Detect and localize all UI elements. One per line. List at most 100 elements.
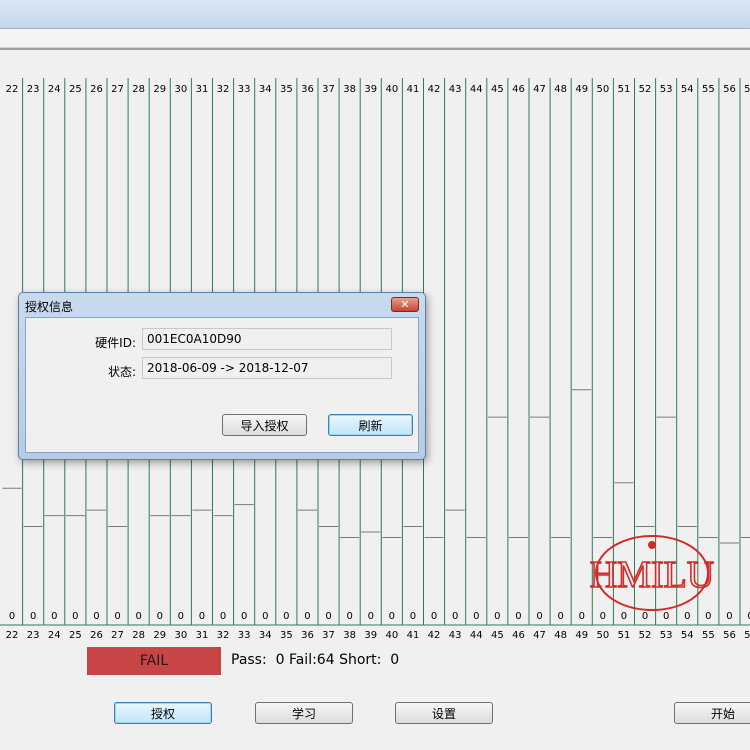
license-dialog: 授权信息 ✕ 硬件ID: 001EC0A10D90 状态: 2018-06-09… — [18, 292, 426, 460]
channel-top-label: 53 — [660, 84, 673, 95]
status-label: 状态: — [107, 365, 136, 379]
hardware-id-field: 001EC0A10D90 — [142, 328, 392, 350]
channel-value: 0 — [220, 611, 226, 622]
hmilu-logo: HMILU — [589, 533, 715, 613]
channel-top-label: 38 — [343, 84, 356, 95]
channel-top-label: 40 — [385, 84, 398, 95]
channel-top-label: 54 — [681, 84, 694, 95]
status-field: 2018-06-09 -> 2018-12-07 — [142, 357, 392, 379]
channel-top-label: 33 — [238, 84, 251, 95]
channel-bottom-label: 26 — [90, 630, 103, 641]
channel-top-label: 48 — [554, 84, 567, 95]
channel-value: 0 — [283, 611, 289, 622]
channel-bottom-label: 31 — [196, 630, 209, 641]
channel-top-label: 50 — [596, 84, 609, 95]
channel-bottom-label: 32 — [217, 630, 230, 641]
channel-value: 0 — [515, 611, 521, 622]
channel-top-label: 29 — [153, 84, 166, 95]
channel-value: 0 — [431, 611, 437, 622]
channel-value: 0 — [325, 611, 331, 622]
channel-value: 0 — [410, 611, 416, 622]
channel-bottom-label: 43 — [449, 630, 462, 641]
channel-top-label: 22 — [6, 84, 19, 95]
channel-top-label: 44 — [470, 84, 483, 95]
channel-top-label: 51 — [618, 84, 631, 95]
channel-top-label: 43 — [449, 84, 462, 95]
channel-bottom-label: 50 — [596, 630, 609, 641]
channel-top-label: 30 — [174, 84, 187, 95]
channel-bottom-label: 54 — [681, 630, 694, 641]
channel-value: 0 — [241, 611, 247, 622]
channel-bottom-label: 39 — [364, 630, 377, 641]
channel-value: 0 — [579, 611, 585, 622]
channel-bottom-label: 51 — [618, 630, 631, 641]
channel-value: 0 — [536, 611, 542, 622]
channel-top-label: 26 — [90, 84, 103, 95]
channel-value: 0 — [157, 611, 163, 622]
channel-top-label: 28 — [132, 84, 145, 95]
channel-top-label: 55 — [702, 84, 715, 95]
channel-value: 0 — [178, 611, 184, 622]
channel-value: 0 — [262, 611, 268, 622]
channel-bottom-label: 47 — [533, 630, 546, 641]
channel-bottom-label: 34 — [259, 630, 272, 641]
channel-top-label: 27 — [111, 84, 124, 95]
channel-value: 0 — [452, 611, 458, 622]
channel-top-label: 42 — [428, 84, 441, 95]
channel-top-label: 47 — [533, 84, 546, 95]
channel-bottom-label: 49 — [575, 630, 588, 641]
license-button[interactable]: 授权 — [114, 702, 212, 724]
channel-bottom-label: 24 — [48, 630, 61, 641]
channel-bottom-label: 36 — [301, 630, 314, 641]
close-icon[interactable]: ✕ — [391, 297, 419, 312]
result-badge: FAIL — [87, 647, 221, 675]
channel-bottom-label: 46 — [512, 630, 525, 641]
channel-top-label: 37 — [322, 84, 335, 95]
channel-bottom-label: 42 — [428, 630, 441, 641]
channel-value: 0 — [72, 611, 78, 622]
channel-bottom-label: 45 — [491, 630, 504, 641]
channel-top-label: 46 — [512, 84, 525, 95]
channel-bottom-label: 40 — [385, 630, 398, 641]
channel-top-label: 52 — [639, 84, 652, 95]
channel-bottom-label: 27 — [111, 630, 124, 641]
channel-bottom-label: 53 — [660, 630, 673, 641]
channel-bottom-label: 38 — [343, 630, 356, 641]
channel-value: 0 — [9, 611, 15, 622]
channel-top-label: 41 — [407, 84, 420, 95]
hardware-id-label: 硬件ID: — [95, 336, 136, 350]
channel-top-label: 57 — [744, 84, 750, 95]
channel-bottom-label: 30 — [174, 630, 187, 641]
channel-top-label: 35 — [280, 84, 293, 95]
channel-bottom-label: 48 — [554, 630, 567, 641]
channel-value: 0 — [557, 611, 563, 622]
channel-bottom-label: 55 — [702, 630, 715, 641]
start-button[interactable]: 开始 — [674, 702, 750, 724]
channel-bottom-label: 25 — [69, 630, 82, 641]
channel-value: 0 — [114, 611, 120, 622]
import-license-button[interactable]: 导入授权 — [222, 414, 307, 436]
channel-bottom-label: 33 — [238, 630, 251, 641]
channel-value: 0 — [93, 611, 99, 622]
channel-top-label: 56 — [723, 84, 736, 95]
settings-button[interactable]: 设置 — [395, 702, 493, 724]
channel-value: 0 — [30, 611, 36, 622]
channel-value: 0 — [346, 611, 352, 622]
svg-text:HMILU: HMILU — [590, 554, 714, 596]
channel-value: 0 — [51, 611, 57, 622]
channel-top-label: 31 — [196, 84, 209, 95]
channel-top-label: 49 — [575, 84, 588, 95]
channel-bottom-label: 57 — [744, 630, 750, 641]
channel-value: 0 — [135, 611, 141, 622]
refresh-button[interactable]: 刷新 — [328, 414, 413, 436]
window-title-bar — [0, 0, 750, 29]
channel-value: 0 — [494, 611, 500, 622]
channel-value: 0 — [726, 611, 732, 622]
channel-bottom-label: 44 — [470, 630, 483, 641]
channel-top-label: 32 — [217, 84, 230, 95]
channel-value: 0 — [368, 611, 374, 622]
learn-button[interactable]: 学习 — [255, 702, 353, 724]
dialog-title: 授权信息 — [25, 300, 74, 314]
channel-value: 0 — [304, 611, 310, 622]
channel-bottom-label: 35 — [280, 630, 293, 641]
